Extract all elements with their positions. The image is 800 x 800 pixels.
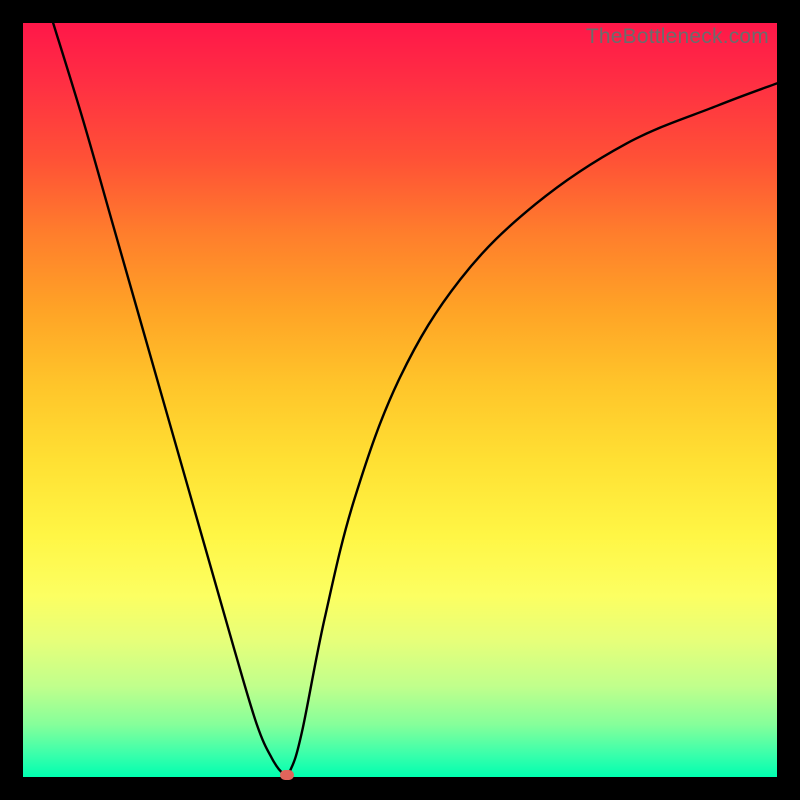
plot-area: TheBottleneck.com xyxy=(23,23,777,777)
bottleneck-curve xyxy=(53,23,777,775)
optimum-marker xyxy=(280,770,294,780)
curve-layer xyxy=(23,23,777,777)
